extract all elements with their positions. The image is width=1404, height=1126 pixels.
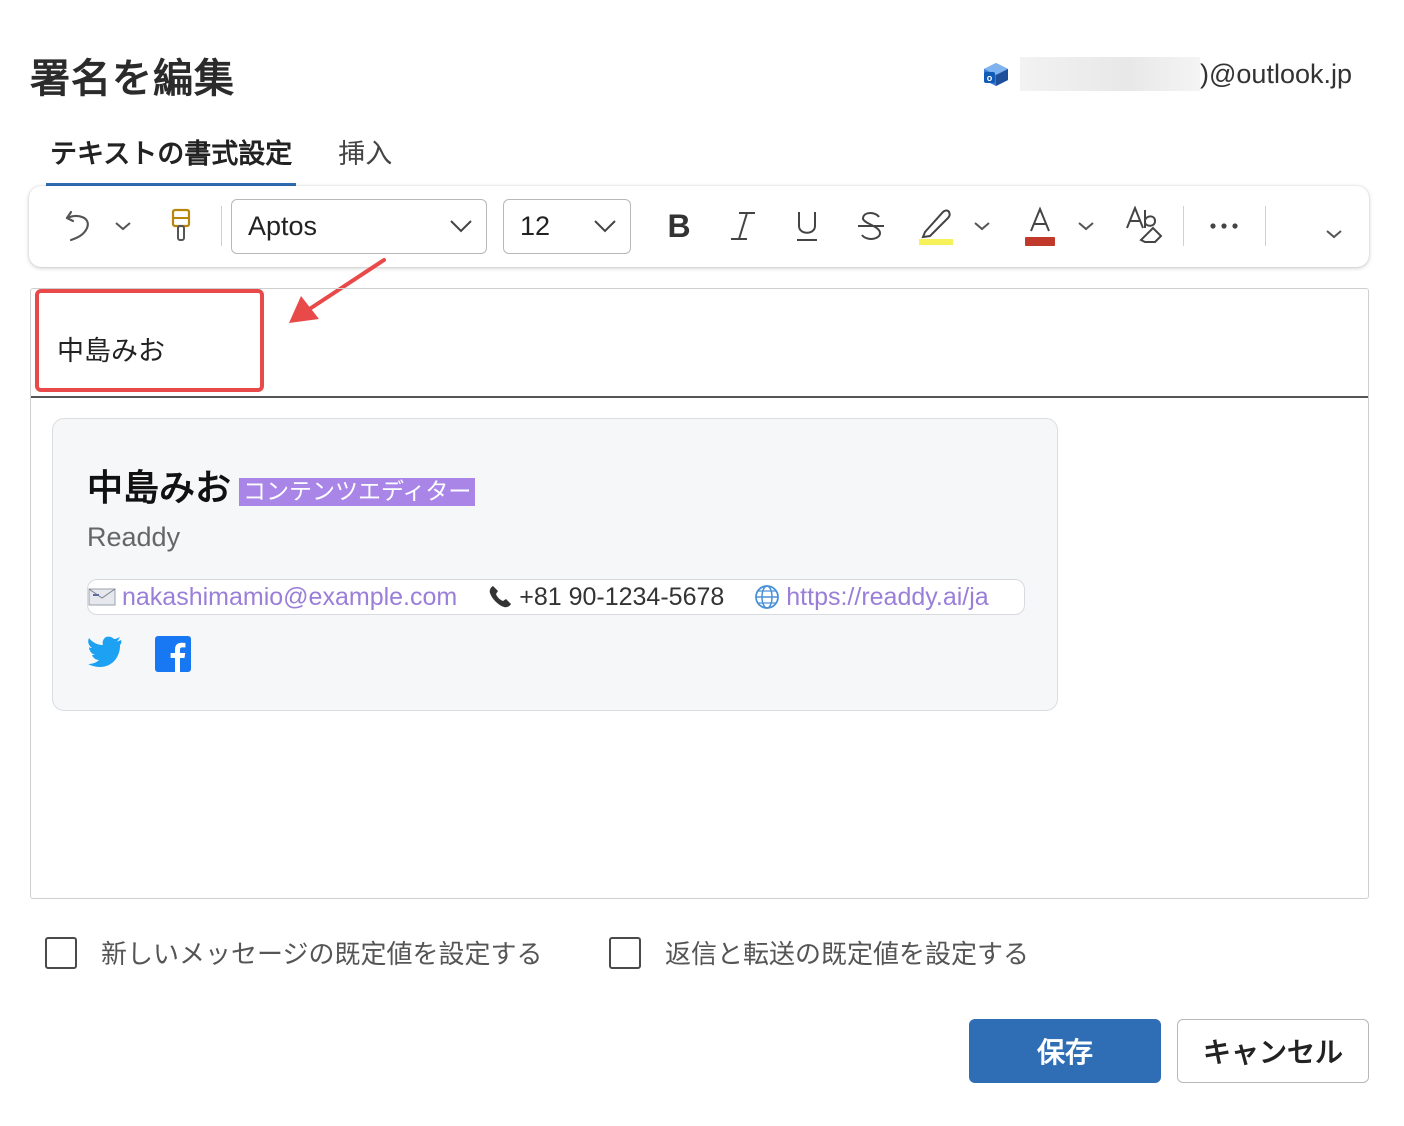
undo-icon	[65, 210, 89, 242]
toolbar-divider	[1265, 206, 1266, 246]
default-replies-label: 返信と転送の既定値を設定する	[665, 940, 1030, 970]
bold-icon: B	[667, 207, 691, 244]
phone-number: +81 90-1234-5678	[519, 582, 725, 611]
card-name: 中島みお	[87, 468, 232, 509]
account-domain: )@outlook.jp	[1200, 58, 1352, 89]
outlook-icon: o	[984, 63, 1009, 86]
bold-button[interactable]: B	[659, 200, 699, 252]
tab-insert[interactable]: 挿入	[334, 128, 396, 187]
contact-website[interactable]: https://readdy.ai/ja	[754, 583, 989, 612]
default-new-messages-checkbox[interactable]	[45, 936, 77, 969]
font-size-select[interactable]: 12	[503, 199, 631, 254]
font-size-value: 12	[520, 211, 551, 241]
twitter-icon[interactable]	[87, 636, 123, 668]
clear-format-icon	[1126, 206, 1163, 243]
highlight-dropdown-button[interactable]	[969, 200, 995, 252]
default-new-messages-label: 新しいメッセージの既定値を設定する	[101, 940, 543, 970]
account-email-redacted	[1020, 57, 1201, 91]
italic-icon	[731, 212, 755, 240]
phone-icon	[487, 584, 513, 610]
email-icon	[88, 587, 116, 607]
chevron-down-icon	[1326, 230, 1342, 239]
strikethrough-button[interactable]	[851, 200, 891, 252]
contact-phone: +81 90-1234-5678	[487, 583, 724, 612]
undo-button[interactable]	[59, 200, 99, 252]
horizontal-rule	[31, 396, 1368, 398]
strikethrough-icon	[858, 212, 884, 240]
tab-text-format[interactable]: テキストの書式設定	[46, 128, 297, 187]
contact-email[interactable]: nakashimamio@example.com	[88, 583, 457, 612]
toolbar-expand-button[interactable]	[1319, 208, 1349, 260]
underline-button[interactable]	[787, 200, 827, 252]
italic-button[interactable]	[723, 200, 763, 252]
card-name-row: 中島みお コンテンツエディター	[87, 459, 476, 511]
facebook-icon[interactable]	[155, 636, 191, 672]
more-options-button[interactable]	[1203, 200, 1245, 252]
dialog-title: 署名を編集	[30, 56, 235, 102]
font-family-value: Aptos	[248, 211, 318, 241]
toolbar-divider	[1183, 206, 1184, 246]
format-painter-button[interactable]	[161, 200, 201, 252]
chevron-down-icon	[1078, 222, 1094, 231]
signature-card: 中島みお コンテンツエディター Readdy nakashimamio@exam…	[52, 418, 1058, 711]
annotation-highlight-box	[35, 289, 264, 392]
chevron-down-icon	[594, 220, 616, 233]
undo-dropdown-button[interactable]	[109, 200, 137, 252]
font-color-dropdown-button[interactable]	[1073, 200, 1099, 252]
format-painter-icon	[171, 208, 191, 241]
globe-icon	[754, 584, 780, 610]
font-family-select[interactable]: Aptos	[231, 199, 487, 254]
highlighter-icon	[919, 209, 953, 245]
email-link[interactable]: nakashimamio@example.com	[122, 583, 457, 612]
chevron-down-icon	[974, 222, 990, 231]
account-indicator: o )@outlook.jp	[982, 56, 1352, 92]
clear-format-button[interactable]	[1123, 200, 1165, 252]
cancel-button[interactable]: キャンセル	[1177, 1019, 1369, 1083]
toolbar-divider	[221, 206, 222, 246]
chevron-down-icon	[450, 220, 472, 233]
underline-icon	[797, 212, 817, 241]
tab-bar: テキストの書式設定 挿入	[46, 128, 396, 187]
formatting-toolbar: Aptos 12 B	[29, 186, 1369, 267]
highlight-button[interactable]	[915, 200, 957, 252]
more-icon	[1210, 223, 1238, 229]
font-color-icon	[1025, 206, 1055, 246]
svg-text:o: o	[987, 73, 993, 83]
card-role: コンテンツエディター	[239, 478, 476, 506]
default-replies-option[interactable]: 返信と転送の既定値を設定する	[609, 934, 1029, 971]
save-button[interactable]: 保存	[969, 1019, 1161, 1083]
contact-row: nakashimamio@example.com +81 90-1234-567…	[87, 579, 1025, 615]
card-company: Readdy	[87, 522, 181, 552]
social-links	[87, 636, 191, 672]
chevron-down-icon	[115, 222, 131, 231]
font-color-button[interactable]	[1019, 200, 1061, 252]
default-replies-checkbox[interactable]	[609, 936, 641, 969]
website-link[interactable]: https://readdy.ai/ja	[786, 583, 988, 612]
default-new-messages-option[interactable]: 新しいメッセージの既定値を設定する	[45, 934, 542, 971]
